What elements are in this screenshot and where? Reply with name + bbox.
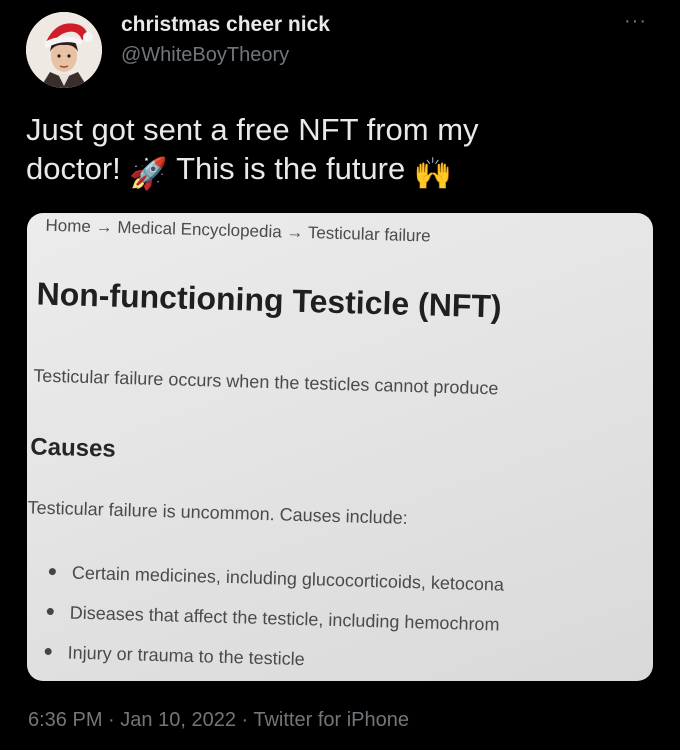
tweet-source[interactable]: Twitter for iPhone	[253, 709, 409, 731]
tweet-line-2-start: doctor!	[26, 151, 121, 186]
tweet-text: Just got sent a free NFT from my doctor!…	[26, 110, 646, 193]
avatar[interactable]	[26, 12, 102, 88]
article-title: Non-functioning Testicle (NFT)	[36, 275, 503, 325]
tweet-date[interactable]: Jan 10, 2022	[120, 709, 236, 731]
more-options-icon[interactable]: ···	[624, 10, 647, 33]
causes-heading: Causes	[29, 433, 117, 463]
bullet-dot	[48, 567, 56, 576]
meta-separator: ·	[108, 709, 115, 731]
bullet-dot	[44, 647, 52, 656]
tweet-line-2: doctor! 🚀 This is the future 🙌	[26, 149, 646, 193]
author-handle[interactable]: @WhiteBoyTheory	[121, 44, 289, 67]
tweet-meta: 6:36 PM · Jan 10, 2022 · Twitter for iPh…	[28, 709, 409, 732]
list-item: Injury or trauma to the testicle	[44, 642, 305, 670]
tweet-media-image[interactable]: Home → Medical Encyclopedia → Testicular…	[27, 213, 653, 681]
breadcrumb: Home → Medical Encyclopedia → Testicular…	[45, 216, 431, 247]
tweet-line-1: Just got sent a free NFT from my	[26, 112, 479, 147]
causes-text: Testicular failure is uncommon. Causes i…	[27, 497, 408, 528]
list-item-text: Diseases that affect the testicle, inclu…	[69, 602, 500, 635]
rocket-emoji: 🚀	[129, 156, 169, 191]
bullet-dot	[46, 607, 54, 616]
meta-separator: ·	[241, 709, 249, 731]
breadcrumb-encyclopedia: Medical Encyclopedia	[117, 217, 282, 242]
list-item: Certain medicines, including glucocortic…	[48, 562, 505, 596]
santa-hat-avatar-icon	[26, 12, 102, 88]
breadcrumb-arrow: →	[95, 217, 113, 237]
list-item: Diseases that affect the testicle, inclu…	[46, 602, 500, 636]
article-intro: Testicular failure occurs when the testi…	[33, 365, 499, 399]
breadcrumb-current: Testicular failure	[307, 223, 431, 246]
breadcrumb-arrow: →	[286, 222, 304, 242]
raising-hands-emoji: 🙌	[413, 156, 453, 191]
encyclopedia-photo: Home → Medical Encyclopedia → Testicular…	[27, 213, 653, 681]
breadcrumb-home: Home	[45, 215, 92, 237]
list-item-text: Certain medicines, including glucocortic…	[71, 562, 505, 595]
author-display-name[interactable]: christmas cheer nick	[121, 13, 330, 37]
tweet-time[interactable]: 6:36 PM	[28, 709, 102, 731]
list-item-text: Injury or trauma to the testicle	[67, 642, 305, 670]
tweet-line-2-end: This is the future	[176, 151, 406, 186]
